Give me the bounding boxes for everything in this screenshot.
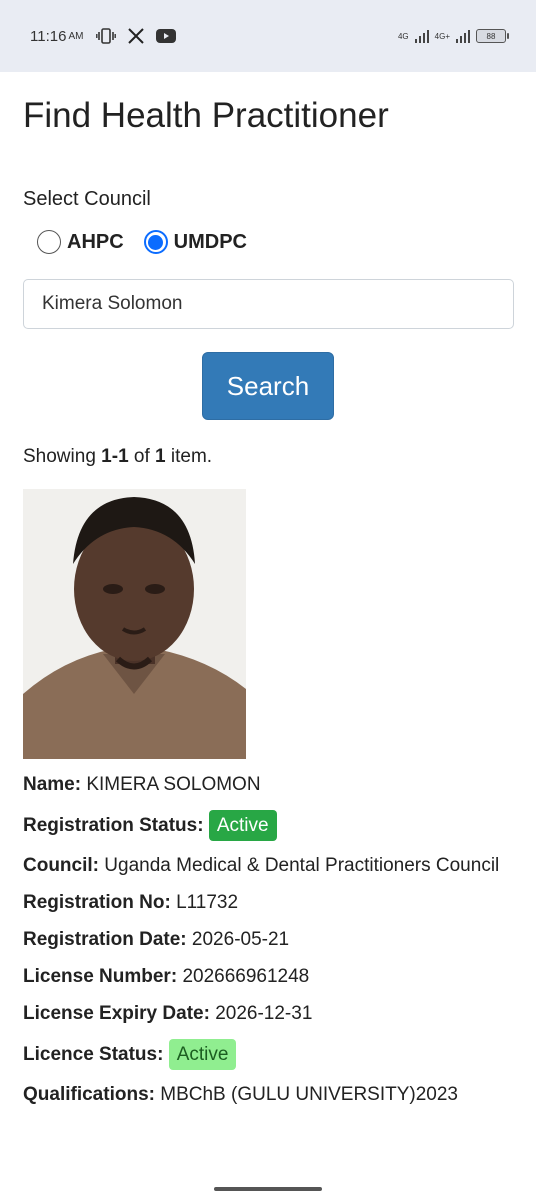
- youtube-icon: [155, 27, 177, 45]
- summary-suffix: item.: [165, 446, 213, 467]
- summary-range: 1-1: [101, 446, 129, 467]
- registration-status-row: Registration Status: Active: [23, 810, 513, 841]
- licence-status-label: Licence Status:: [23, 1044, 164, 1065]
- license-expiry-label: License Expiry Date:: [23, 1003, 210, 1024]
- radio-label-umdpc: UMDPC: [173, 230, 248, 253]
- radio-option-umdpc[interactable]: UMDPC: [143, 230, 248, 254]
- search-input[interactable]: [23, 279, 514, 329]
- qualifications-row: Qualifications: MBChB (GULU UNIVERSITY)2…: [23, 1083, 513, 1107]
- licence-status-badge: Active: [168, 1039, 237, 1070]
- status-time: 11:16: [30, 27, 67, 45]
- registration-no-row: Registration No: L11732: [23, 891, 513, 915]
- licence-status-row: Licence Status: Active: [23, 1039, 513, 1070]
- license-number-value: 202666961248: [182, 966, 310, 987]
- practitioner-photo: [23, 489, 246, 759]
- radio-label-ahpc: AHPC: [67, 230, 124, 253]
- council-row: Council: Uganda Medical & Dental Practit…: [23, 854, 513, 878]
- search-button[interactable]: Search: [202, 352, 334, 420]
- name-value: KIMERA SOLOMON: [86, 774, 261, 795]
- network-label-2: 4G+: [434, 31, 450, 41]
- registration-no-label: Registration No:: [23, 892, 171, 913]
- registration-date-label: Registration Date:: [23, 929, 187, 950]
- select-council-label: Select Council: [23, 188, 151, 210]
- signal-icon-2: [456, 29, 470, 43]
- qualifications-value: MBChB (GULU UNIVERSITY)2023: [160, 1084, 458, 1105]
- radio-ahpc[interactable]: [37, 230, 61, 254]
- home-indicator[interactable]: [214, 1187, 322, 1191]
- status-bar: 11:16 AM 4G 4G+ 88: [0, 0, 536, 72]
- page-title: Find Health Practitioner: [23, 96, 389, 135]
- name-label: Name:: [23, 774, 82, 795]
- council-value: Uganda Medical & Dental Practitioners Co…: [104, 855, 500, 876]
- summary-total: 1: [155, 446, 166, 467]
- qualifications-label: Qualifications:: [23, 1084, 155, 1105]
- summary-prefix: Showing: [23, 446, 102, 467]
- signal-icon: [414, 29, 429, 43]
- vibrate-icon: [95, 27, 117, 45]
- x-logo-icon: [125, 27, 147, 45]
- council-radio-group: AHPC UMDPC: [37, 228, 513, 256]
- status-badge: Active: [208, 810, 277, 841]
- license-expiry-value: 2026-12-31: [215, 1003, 313, 1024]
- practitioner-details: Name: KIMERA SOLOMON Registration Status…: [23, 773, 513, 1107]
- registration-date-row: Registration Date: 2026-05-21: [23, 928, 513, 952]
- main-content: Find Health Practitioner Select Council …: [23, 72, 514, 1120]
- radio-option-ahpc[interactable]: AHPC: [37, 230, 124, 254]
- battery-icon: 88: [476, 29, 509, 43]
- license-number-label: License Number:: [23, 966, 178, 987]
- summary-mid: of: [128, 446, 156, 467]
- status-ampm: AM: [68, 30, 84, 42]
- results-summary: Showing 1-1 of 1 item.: [23, 445, 513, 469]
- registration-status-label: Registration Status:: [23, 815, 204, 836]
- name-row: Name: KIMERA SOLOMON: [23, 773, 513, 797]
- radio-umdpc[interactable]: [143, 230, 168, 254]
- registration-date-value: 2026-05-21: [191, 929, 290, 950]
- battery-level: 88: [486, 31, 496, 41]
- status-right: 4G 4G+ 88: [397, 29, 509, 43]
- council-label: Council:: [23, 855, 99, 876]
- license-number-row: License Number: 202666961248: [23, 965, 513, 989]
- network-label-1: 4G: [397, 31, 409, 41]
- license-expiry-row: License Expiry Date: 2026-12-31: [23, 1002, 513, 1026]
- registration-no-value: L11732: [176, 892, 239, 913]
